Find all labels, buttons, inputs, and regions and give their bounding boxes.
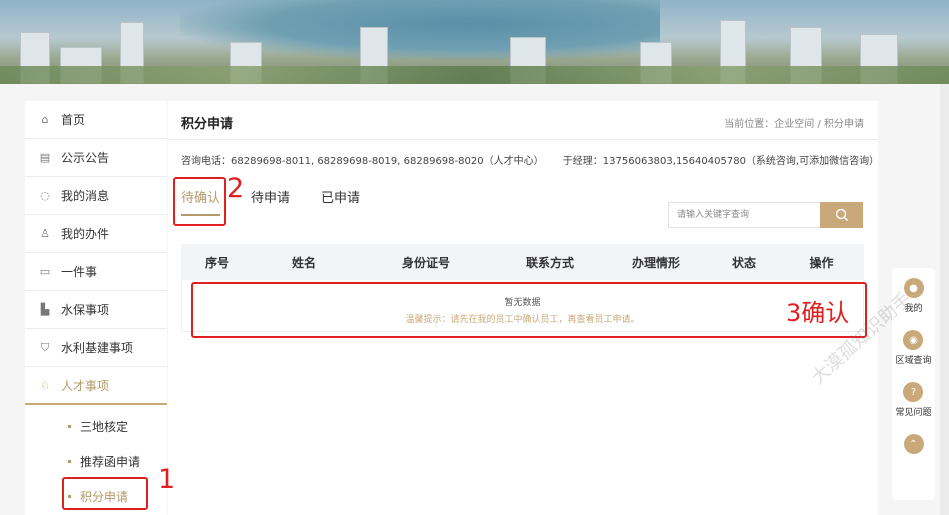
subitem-label: 推荐函申请 xyxy=(80,455,141,469)
sidebar-item-label: 人才事项 xyxy=(61,378,110,393)
column-header-id: 身份证号 xyxy=(401,255,450,270)
column-header-contact: 联系方式 xyxy=(525,255,574,270)
tab-applied[interactable]: 已申请 xyxy=(321,187,360,216)
divider xyxy=(168,139,878,140)
sidebar-item-label: 首页 xyxy=(61,113,86,127)
float-label: 我的 xyxy=(904,304,923,314)
sidebar: ⌂ 首页 ▤ 公示公告 ◌ 我的消息 ♙ 我的办件 ▭ 一件事 ▙ 水保事项 ⛉… xyxy=(25,101,167,515)
home-icon: ⌂ xyxy=(41,113,49,126)
back-to-top-icon: ⌃ xyxy=(903,434,924,454)
sidebar-subitem-recommendation[interactable]: 推荐函申请 xyxy=(25,444,167,479)
float-back-to-top[interactable]: ⌃ xyxy=(903,434,924,454)
annotation-box-2 xyxy=(173,177,226,226)
float-label: 区域查询 xyxy=(895,356,932,366)
annotation-box-1 xyxy=(62,477,148,510)
annotation-number-2: 2 xyxy=(227,173,245,204)
sidebar-item-label: 我的办件 xyxy=(61,227,110,241)
sidebar-item-messages[interactable]: ◌ 我的消息 xyxy=(25,177,167,215)
search-input[interactable] xyxy=(668,202,820,228)
column-header-situation: 办理情形 xyxy=(631,255,680,270)
column-header-index: 序号 xyxy=(204,255,229,270)
page-title: 积分申请 xyxy=(181,117,234,132)
table-header: 序号 姓名 身份证号 联系方式 办理情形 状态 操作 xyxy=(181,244,864,280)
search-box xyxy=(668,202,863,228)
task-icon: ▭ xyxy=(39,265,51,278)
notice-icon: ▤ xyxy=(39,151,51,164)
sidebar-item-one-thing[interactable]: ▭ 一件事 xyxy=(25,253,167,291)
sidebar-item-label: 公示公告 xyxy=(61,151,110,165)
breadcrumb: 当前位置：企业空间 / 积分申请 xyxy=(724,119,864,130)
search-icon xyxy=(835,208,848,221)
column-header-status: 状态 xyxy=(731,255,756,270)
sidebar-item-home[interactable]: ⌂ 首页 xyxy=(25,101,167,139)
annotation-number-1: 1 xyxy=(158,464,176,495)
contact-info: 咨询电话：68289698-8011, 68289698-8019, 68289… xyxy=(181,152,895,167)
floating-toolbar: ● 我的 ◉ 区域查询 ? 常见问题 ⌃ xyxy=(892,268,935,500)
sidebar-item-notice[interactable]: ▤ 公示公告 xyxy=(25,139,167,177)
user-file-icon: ♙ xyxy=(40,227,50,240)
construction-icon: ⛉ xyxy=(40,340,50,354)
sidebar-item-water-conservation[interactable]: ▙ 水保事项 xyxy=(25,291,167,329)
annotation-label-3: 3确认 xyxy=(786,299,850,327)
sidebar-item-label: 水保事项 xyxy=(61,303,110,317)
bullet-dot xyxy=(68,425,71,428)
profile-icon: ● xyxy=(903,278,924,298)
message-icon: ◌ xyxy=(40,189,50,202)
column-header-actions: 操作 xyxy=(809,255,834,270)
bullet-dot xyxy=(68,460,71,463)
float-profile[interactable]: ● 我的 xyxy=(903,278,924,314)
sidebar-subitem-three-verify[interactable]: 三地核定 xyxy=(25,409,167,444)
sidebar-item-label: 我的消息 xyxy=(61,189,110,203)
page-edge xyxy=(940,84,949,515)
contact-phone: 咨询电话：68289698-8011, 68289698-8019, 68289… xyxy=(181,156,544,167)
contact-manager: 于经理：13756063803,15640405780（系统咨询,可添加微信咨询… xyxy=(562,156,880,167)
talent-icon: ♘ xyxy=(40,378,50,392)
location-icon: ◉ xyxy=(903,330,924,350)
water-icon: ▙ xyxy=(40,303,50,316)
subitem-label: 三地核定 xyxy=(80,420,129,434)
sidebar-item-label: 一件事 xyxy=(61,265,98,279)
float-region-search[interactable]: ◉ 区域查询 xyxy=(895,330,932,366)
sidebar-item-talent[interactable]: ♘ 人才事项 xyxy=(25,367,167,405)
faq-icon: ? xyxy=(903,382,924,402)
sidebar-item-water-construction[interactable]: ⛉ 水利基建事项 xyxy=(25,329,167,367)
search-button[interactable] xyxy=(820,202,863,228)
tab-pending-apply[interactable]: 待申请 xyxy=(251,187,290,216)
annotation-box-3 xyxy=(191,282,867,338)
sidebar-item-label: 水利基建事项 xyxy=(61,341,134,355)
banner-greenery xyxy=(0,66,949,84)
column-header-name: 姓名 xyxy=(291,255,316,270)
float-faq[interactable]: ? 常见问题 xyxy=(895,382,932,418)
sidebar-item-my-cases[interactable]: ♙ 我的办件 xyxy=(25,215,167,253)
float-label: 常见问题 xyxy=(895,408,932,418)
header-banner xyxy=(0,0,949,84)
